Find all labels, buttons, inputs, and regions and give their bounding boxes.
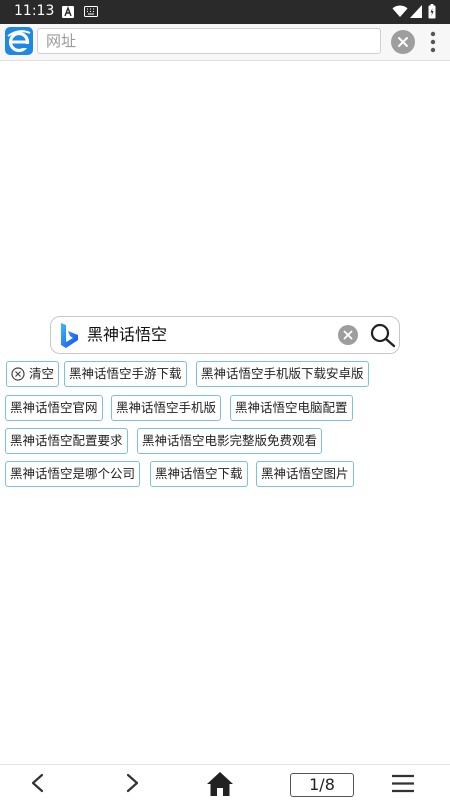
- suggestion-chip[interactable]: 黑神话悟空官网: [5, 395, 103, 421]
- suggestion-chip[interactable]: 黑神话悟空手机版: [111, 395, 222, 421]
- suggestion-chip[interactable]: 黑神话悟空配置要求: [5, 428, 128, 454]
- suggestion-chip[interactable]: 黑神话悟空手游下载: [64, 361, 187, 387]
- keyboard-icon: [84, 6, 98, 17]
- clear-url-icon[interactable]: [391, 30, 415, 54]
- wifi-icon: [392, 5, 408, 17]
- browser-logo-icon[interactable]: [5, 27, 33, 55]
- notification-a-icon: [62, 6, 74, 18]
- bottom-toolbar: 1/8: [0, 764, 450, 801]
- back-icon[interactable]: [28, 773, 48, 793]
- suggestion-chip[interactable]: 黑神话悟空电影完整版免费观看: [137, 428, 323, 454]
- clear-history-button[interactable]: 清空: [6, 361, 60, 387]
- status-bar: 11:13: [0, 0, 450, 24]
- search-query[interactable]: 黑神话悟空: [87, 317, 167, 353]
- address-bar: [0, 24, 450, 61]
- more-vert-icon[interactable]: [428, 30, 438, 54]
- forward-icon[interactable]: [122, 773, 142, 793]
- suggestion-chip[interactable]: 黑神话悟空图片: [256, 461, 354, 487]
- suggestion-chip[interactable]: 黑神话悟空电脑配置: [230, 395, 353, 421]
- clear-history-label: 清空: [29, 366, 55, 381]
- search-icon[interactable]: [369, 322, 397, 348]
- suggestion-chip[interactable]: 黑神话悟空手机版下载安卓版: [196, 361, 369, 387]
- search-box: 黑神话悟空: [50, 316, 400, 354]
- suggestion-chip[interactable]: 黑神话悟空是哪个公司: [5, 461, 141, 487]
- url-input[interactable]: [37, 28, 381, 54]
- bing-logo-icon: [61, 323, 78, 348]
- home-icon[interactable]: [206, 771, 234, 797]
- tab-counter-button[interactable]: 1/8: [290, 773, 354, 797]
- clear-search-icon[interactable]: [338, 325, 358, 345]
- status-time: 11:13: [14, 3, 55, 19]
- suggestion-chip[interactable]: 黑神话悟空下载: [150, 461, 248, 487]
- signal-icon: [410, 5, 422, 18]
- clear-circle-icon: [11, 367, 25, 381]
- battery-icon: [428, 4, 436, 19]
- menu-icon[interactable]: [392, 774, 414, 793]
